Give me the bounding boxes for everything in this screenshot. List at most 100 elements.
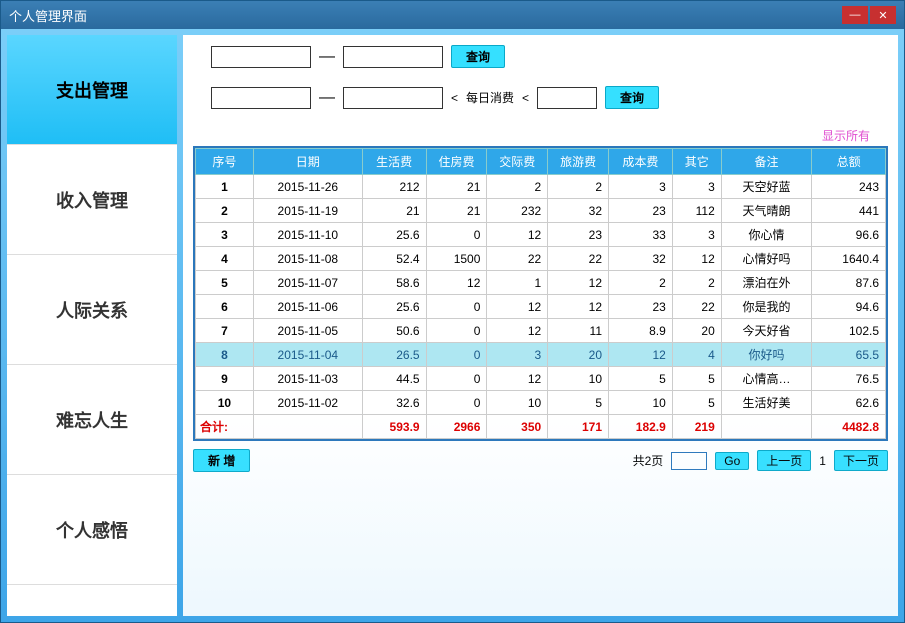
add-button[interactable]: 新 增	[193, 449, 250, 472]
cell-date: 2015-11-19	[253, 199, 362, 223]
column-header[interactable]: 交际费	[487, 149, 548, 175]
show-all-link[interactable]: 显示所有	[193, 127, 888, 144]
cell-life: 25.6	[362, 295, 426, 319]
sidebar: 支出管理收入管理人际关系难忘人生个人感悟	[7, 35, 177, 616]
table-row[interactable]: 62015-11-0625.6012122322你是我的94.6	[196, 295, 886, 319]
table-row[interactable]: 42015-11-0852.4150022223212心情好吗1640.4	[196, 247, 886, 271]
cell-date: 2015-11-05	[253, 319, 362, 343]
column-header[interactable]: 住房费	[426, 149, 487, 175]
cell-seq: 3	[196, 223, 254, 247]
data-table: 序号日期生活费住房费交际费旅游费成本费其它备注总额 12015-11-26212…	[195, 148, 886, 439]
cell-remark: 漂泊在外	[721, 271, 811, 295]
cell-remark: 你是我的	[721, 295, 811, 319]
cell-travel: 12	[548, 295, 609, 319]
close-button[interactable]: ✕	[870, 6, 896, 24]
total-cell: 171	[548, 415, 609, 439]
cell-cost: 23	[609, 295, 673, 319]
cell-house: 0	[426, 295, 487, 319]
cell-remark: 天气晴朗	[721, 199, 811, 223]
cell-cost: 2	[609, 271, 673, 295]
table-row[interactable]: 72015-11-0550.6012118.920今天好省102.5	[196, 319, 886, 343]
window-controls: — ✕	[842, 6, 896, 24]
cell-remark: 今天好省	[721, 319, 811, 343]
minimize-button[interactable]: —	[842, 6, 868, 24]
table-row[interactable]: 22015-11-1921212323223112天气晴朗441	[196, 199, 886, 223]
sidebar-tab-2[interactable]: 人际关系	[7, 255, 177, 365]
query-button-1[interactable]: 查询	[451, 45, 505, 68]
cell-travel: 32	[548, 199, 609, 223]
cell-other: 112	[672, 199, 721, 223]
cell-life: 212	[362, 175, 426, 199]
sidebar-tab-0[interactable]: 支出管理	[7, 35, 177, 145]
cell-other: 22	[672, 295, 721, 319]
cell-total: 76.5	[812, 367, 886, 391]
total-cell: 219	[672, 415, 721, 439]
go-button[interactable]: Go	[715, 452, 749, 470]
cell-seq: 8	[196, 343, 254, 367]
cell-cost: 32	[609, 247, 673, 271]
data-table-wrap: 序号日期生活费住房费交际费旅游费成本费其它备注总额 12015-11-26212…	[193, 146, 888, 441]
cell-travel: 10	[548, 367, 609, 391]
cell-date: 2015-11-04	[253, 343, 362, 367]
page-input[interactable]	[671, 452, 707, 470]
sidebar-tab-1[interactable]: 收入管理	[7, 145, 177, 255]
cell-house: 12	[426, 271, 487, 295]
column-header[interactable]: 备注	[721, 149, 811, 175]
table-row[interactable]: 32015-11-1025.601223333你心情96.6	[196, 223, 886, 247]
cell-social: 12	[487, 295, 548, 319]
totals-row: 合计:593.92966350171182.92194482.8	[196, 415, 886, 439]
column-header[interactable]: 日期	[253, 149, 362, 175]
cell-seq: 9	[196, 367, 254, 391]
table-row[interactable]: 12015-11-26212212233天空好蓝243	[196, 175, 886, 199]
cell-other: 20	[672, 319, 721, 343]
cell-travel: 12	[548, 271, 609, 295]
cell-cost: 23	[609, 199, 673, 223]
cell-seq: 5	[196, 271, 254, 295]
cell-total: 94.6	[812, 295, 886, 319]
cell-travel: 2	[548, 175, 609, 199]
cell-house: 0	[426, 367, 487, 391]
cell-seq: 7	[196, 319, 254, 343]
cell-social: 1	[487, 271, 548, 295]
cell-date: 2015-11-07	[253, 271, 362, 295]
cell-house: 0	[426, 319, 487, 343]
cell-other: 2	[672, 271, 721, 295]
cell-remark: 你心情	[721, 223, 811, 247]
date-to-input[interactable]	[343, 46, 443, 68]
table-row[interactable]: 82015-11-0426.50320124你好吗65.5	[196, 343, 886, 367]
pager: 共2页 Go 上一页 1 下一页	[633, 450, 888, 471]
filter-from-input[interactable]	[211, 87, 311, 109]
cell-other: 3	[672, 223, 721, 247]
column-header[interactable]: 生活费	[362, 149, 426, 175]
cell-remark: 生活好美	[721, 391, 811, 415]
column-header[interactable]: 序号	[196, 149, 254, 175]
cell-remark: 心情高…	[721, 367, 811, 391]
prev-page-button[interactable]: 上一页	[757, 450, 811, 471]
sidebar-tab-3[interactable]: 难忘人生	[7, 365, 177, 475]
table-row[interactable]: 92015-11-0344.50121055心情高…76.5	[196, 367, 886, 391]
cell-other: 5	[672, 367, 721, 391]
cell-total: 62.6	[812, 391, 886, 415]
filter-to-input[interactable]	[343, 87, 443, 109]
table-row[interactable]: 52015-11-0758.61211222漂泊在外87.6	[196, 271, 886, 295]
cell-cost: 12	[609, 343, 673, 367]
column-header[interactable]: 其它	[672, 149, 721, 175]
date-from-input[interactable]	[211, 46, 311, 68]
sidebar-tab-4[interactable]: 个人感悟	[7, 475, 177, 585]
cell-travel: 22	[548, 247, 609, 271]
query-button-2[interactable]: 查询	[605, 86, 659, 109]
column-header[interactable]: 总额	[812, 149, 886, 175]
next-page-button[interactable]: 下一页	[834, 450, 888, 471]
table-row[interactable]: 102015-11-0232.60105105生活好美62.6	[196, 391, 886, 415]
cell-total: 441	[812, 199, 886, 223]
column-header[interactable]: 旅游费	[548, 149, 609, 175]
cell-cost: 33	[609, 223, 673, 247]
total-cell: 4482.8	[812, 415, 886, 439]
cell-cost: 5	[609, 367, 673, 391]
column-header[interactable]: 成本费	[609, 149, 673, 175]
daily-expense-label: 每日消费	[466, 89, 514, 106]
cell-date: 2015-11-26	[253, 175, 362, 199]
daily-expense-input[interactable]	[537, 87, 597, 109]
cell-life: 50.6	[362, 319, 426, 343]
cell-date: 2015-11-10	[253, 223, 362, 247]
